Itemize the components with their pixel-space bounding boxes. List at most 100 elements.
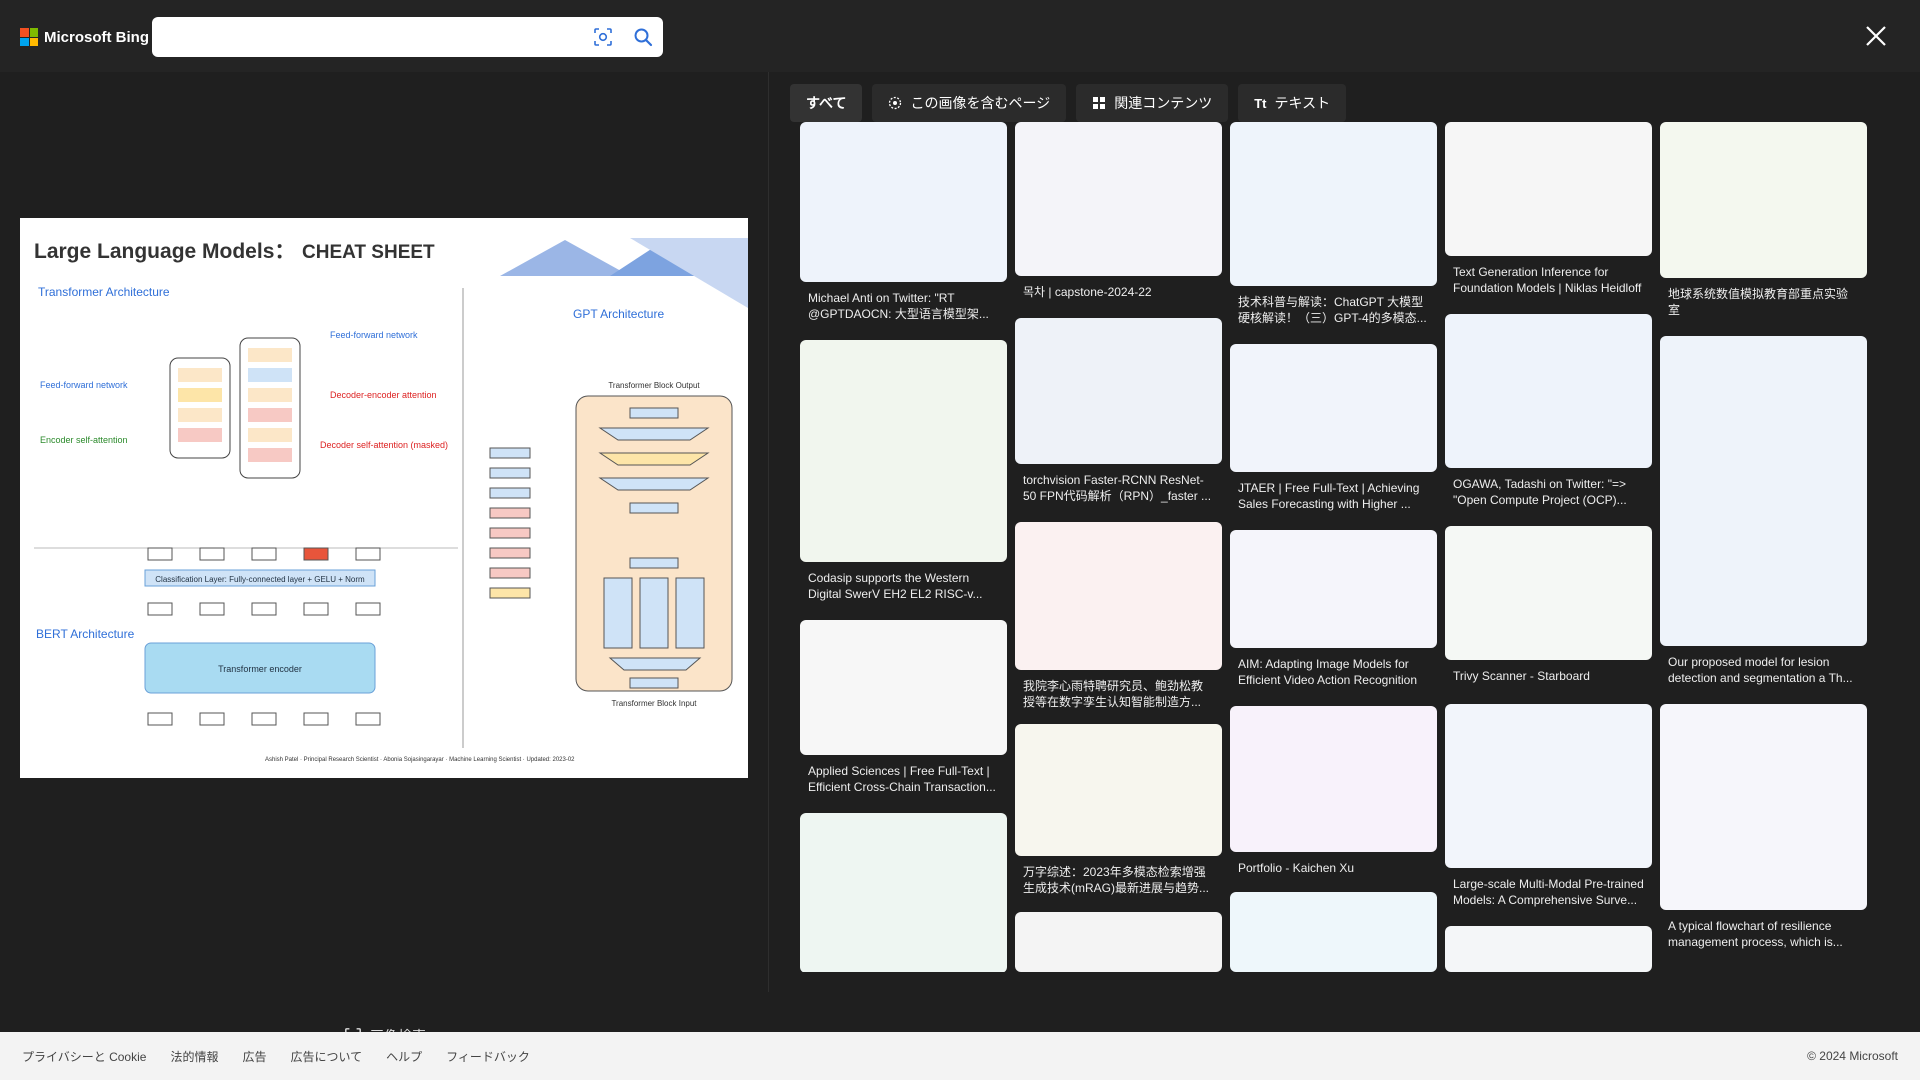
preview-image: Large Language Models： CHEAT SHEET Trans… <box>20 218 748 778</box>
logo-text: Microsoft Bing <box>44 28 149 46</box>
search-input[interactable] <box>152 17 552 57</box>
result-caption[interactable]: Our proposed model for lesion detection … <box>1660 646 1867 686</box>
transformer-label: Transformer Architecture <box>38 285 170 299</box>
result-card[interactable] <box>1445 926 1652 972</box>
result-card[interactable]: Large-scale Multi-Modal Pre-trained Mode… <box>1445 704 1652 908</box>
result-card[interactable]: Applied Sciences | Free Full-Text | Effi… <box>800 620 1007 795</box>
result-caption[interactable]: Trivy Scanner - Starboard <box>1445 660 1652 684</box>
result-caption[interactable]: OGAWA, Tadashi on Twitter: "=> "Open Com… <box>1445 468 1652 508</box>
search-box[interactable] <box>152 17 663 57</box>
tab-text-label: テキスト <box>1274 95 1331 111</box>
bing-logo[interactable]: Microsoft Bing <box>20 28 149 46</box>
tab-all[interactable]: すべて <box>790 84 863 122</box>
result-caption[interactable]: 我院李心雨特聘研究员、鲍劲松教授等在数字孪生认知智能制造方... <box>1015 670 1222 710</box>
gpt-block-input: Transformer Block Input <box>611 699 697 708</box>
result-thumbnail[interactable] <box>1230 122 1437 286</box>
tab-related-content[interactable]: 関連コンテンツ <box>1076 84 1229 122</box>
result-thumbnail[interactable] <box>800 620 1007 755</box>
footer-link-about-ads[interactable]: 広告について <box>290 1048 362 1065</box>
authors-line: Ashish Patel · Principal Research Scient… <box>265 757 575 763</box>
result-card[interactable]: 万字综述：2023年多模态检索增强生成技术(mRAG)最新进展与趋势... <box>1015 724 1222 896</box>
text-icon: Tt <box>1254 95 1267 111</box>
result-caption[interactable]: 목차 | capstone-2024-22 <box>1015 276 1222 300</box>
result-caption[interactable]: Text Generation Inference for Foundation… <box>1445 256 1652 296</box>
result-card[interactable]: 我院李心雨特聘研究员、鲍劲松教授等在数字孪生认知智能制造方... <box>1015 522 1222 710</box>
result-thumbnail[interactable] <box>1445 122 1652 256</box>
visual-search-icon[interactable] <box>593 27 613 47</box>
result-thumbnail[interactable] <box>800 122 1007 282</box>
footer-link-ads[interactable]: 広告 <box>242 1048 266 1065</box>
tab-all-label: すべて <box>806 95 847 111</box>
tab-pages-label: この画像を含むページ <box>910 95 1051 111</box>
footer-link-legal[interactable]: 法的情報 <box>170 1048 218 1065</box>
result-caption[interactable]: Large-scale Multi-Modal Pre-trained Mode… <box>1445 868 1652 908</box>
result-thumbnail[interactable] <box>1230 344 1437 472</box>
result-thumbnail[interactable] <box>800 813 1007 972</box>
result-thumbnail[interactable] <box>1015 724 1222 856</box>
preview-title: Large Language Models： <box>34 240 295 263</box>
tab-pages-with-image[interactable]: この画像を含むページ <box>872 84 1067 122</box>
result-card[interactable]: A typical flowchart of resilience manage… <box>1660 704 1867 950</box>
result-caption[interactable]: torchvision Faster-RCNN ResNet-50 FPN代码解… <box>1015 464 1222 504</box>
svg-text:Decoder-encoder attention: Decoder-encoder attention <box>330 390 437 400</box>
result-thumbnail[interactable] <box>1660 122 1867 278</box>
result-card[interactable]: OGAWA, Tadashi on Twitter: "=> "Open Com… <box>1445 314 1652 508</box>
result-card[interactable]: AIM: Adapting Image Models for Efficient… <box>1230 530 1437 688</box>
result-card[interactable]: JTAER | Free Full-Text | Achieving Sales… <box>1230 344 1437 512</box>
result-card[interactable]: Our proposed model for lesion detection … <box>1660 336 1867 686</box>
gpt-label: GPT Architecture <box>573 307 664 321</box>
results-grid: Michael Anti on Twitter: "RT @GPTDAOCN: … <box>800 122 1900 972</box>
result-card[interactable]: Codasip supports the Western Digital Swe… <box>800 340 1007 602</box>
result-thumbnail[interactable] <box>1445 526 1652 660</box>
result-card[interactable]: Portfolio - Kaichen Xu <box>1230 706 1437 876</box>
result-card[interactable]: torchvision Faster-RCNN ResNet-50 FPN代码解… <box>1015 318 1222 504</box>
result-caption[interactable]: JTAER | Free Full-Text | Achieving Sales… <box>1230 472 1437 512</box>
svg-text:Decoder self-attention (masked: Decoder self-attention (masked) <box>320 440 448 450</box>
footer-link-feedback[interactable]: フィードバック <box>446 1048 530 1065</box>
result-thumbnail[interactable] <box>1230 530 1437 648</box>
panel-divider <box>768 72 769 992</box>
result-caption[interactable]: 技术科普与解读：ChatGPT 大模型硬核解读！（三）GPT-4的多模态... <box>1230 286 1437 326</box>
result-caption[interactable]: 万字综述：2023年多模态检索增强生成技术(mRAG)最新进展与趋势... <box>1015 856 1222 896</box>
close-icon[interactable] <box>1862 22 1890 50</box>
result-card[interactable] <box>800 813 1007 972</box>
result-card[interactable]: 技术科普与解读：ChatGPT 大模型硬核解读！（三）GPT-4的多模态... <box>1230 122 1437 326</box>
result-tabs: すべて この画像を含むページ 関連コンテンツ Tt テキスト <box>790 84 1347 122</box>
result-thumbnail[interactable] <box>1445 704 1652 868</box>
svg-text:Encoder self-attention: Encoder self-attention <box>40 435 128 445</box>
result-thumbnail[interactable] <box>1015 122 1222 276</box>
result-card[interactable] <box>1230 892 1437 972</box>
result-thumbnail[interactable] <box>1230 892 1437 972</box>
result-caption[interactable]: Codasip supports the Western Digital Swe… <box>800 562 1007 602</box>
result-card[interactable]: 목차 | capstone-2024-22 <box>1015 122 1222 300</box>
result-thumbnail[interactable] <box>1660 704 1867 910</box>
microsoft-logo-icon <box>20 28 38 46</box>
result-caption[interactable]: A typical flowchart of resilience manage… <box>1660 910 1867 950</box>
result-thumbnail[interactable] <box>1230 706 1437 852</box>
result-caption[interactable]: AIM: Adapting Image Models for Efficient… <box>1230 648 1437 688</box>
result-thumbnail[interactable] <box>1015 318 1222 464</box>
result-card[interactable]: 地球系统数值模拟教育部重点实验室 <box>1660 122 1867 318</box>
result-caption[interactable]: Portfolio - Kaichen Xu <box>1230 852 1437 876</box>
footer-link-privacy[interactable]: プライバシーと Cookie <box>22 1048 146 1065</box>
result-thumbnail[interactable] <box>800 340 1007 562</box>
result-caption[interactable]: 地球系统数值模拟教育部重点实验室 <box>1660 278 1867 318</box>
svg-text:Feed-forward network: Feed-forward network <box>330 330 418 340</box>
result-thumbnail[interactable] <box>1445 314 1652 468</box>
tab-related-label: 関連コンテンツ <box>1114 95 1213 111</box>
result-thumbnail[interactable] <box>1445 926 1652 972</box>
tab-text[interactable]: Tt テキスト <box>1238 84 1347 122</box>
result-thumbnail[interactable] <box>1660 336 1867 646</box>
copyright: © 2024 Microsoft <box>1807 1049 1898 1063</box>
search-icon[interactable] <box>633 27 653 47</box>
result-card[interactable]: Trivy Scanner - Starboard <box>1445 526 1652 684</box>
result-thumbnail[interactable] <box>1015 522 1222 670</box>
cheat-sheet-diagram: Large Language Models： CHEAT SHEET Trans… <box>20 218 748 778</box>
result-card[interactable] <box>1015 912 1222 972</box>
result-card[interactable]: Text Generation Inference for Foundation… <box>1445 122 1652 296</box>
result-thumbnail[interactable] <box>1015 912 1222 972</box>
footer-link-help[interactable]: ヘルプ <box>386 1048 422 1065</box>
result-caption[interactable]: Applied Sciences | Free Full-Text | Effi… <box>800 755 1007 795</box>
result-caption[interactable]: Michael Anti on Twitter: "RT @GPTDAOCN: … <box>800 282 1007 322</box>
result-card[interactable]: Michael Anti on Twitter: "RT @GPTDAOCN: … <box>800 122 1007 322</box>
